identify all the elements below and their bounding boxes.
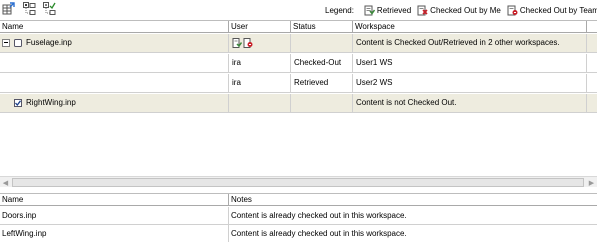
file-name: RightWing.inp — [26, 98, 76, 107]
scroll-left-icon[interactable]: ◀ — [0, 177, 11, 188]
legend-title: Legend: — [325, 5, 354, 15]
user-cell: ira — [229, 74, 291, 93]
status-cell — [291, 94, 353, 113]
legend-item-checked-out-by-team: Checked Out by Team — [507, 5, 597, 16]
horizontal-scrollbar[interactable]: ◀ ▶ — [0, 176, 597, 187]
column-header-name[interactable]: Name — [0, 21, 229, 33]
workspace-cell: Content is not Checked Out. — [353, 94, 587, 113]
workspace-cell: Content is Checked Out/Retrieved in 2 ot… — [353, 34, 587, 53]
checked-out-by-me-icon — [417, 5, 428, 15]
retrieved-icon — [232, 38, 242, 48]
workspace-cell: User1 WS — [353, 54, 587, 73]
toolbar: Legend: Retrieved Checked Out by Me Chec… — [0, 0, 597, 19]
retrieved-icon — [364, 5, 375, 15]
name-cell: Doors.inp — [0, 207, 229, 225]
checked-file-icon — [14, 99, 22, 107]
status-cell: Retrieved — [291, 74, 353, 93]
legend-label: Retrieved — [376, 5, 412, 15]
notes-grid: Name Notes Doors.inp Content is already … — [0, 193, 597, 242]
legend-label: Checked Out by Me — [430, 5, 501, 15]
legend: Legend: Retrieved Checked Out by Me Chec… — [325, 4, 597, 16]
status-cell: Checked-Out — [291, 54, 353, 73]
name-cell: RightWing.inp — [0, 94, 229, 113]
table-row[interactable]: RightWing.inp Content is not Checked Out… — [0, 94, 597, 113]
table-row[interactable]: LeftWing.inp Content is already checked … — [0, 225, 597, 242]
table-row[interactable]: Fuselage.inp Content is Checked Out/Retr… — [0, 34, 597, 53]
legend-item-checked-out-by-me: Checked Out by Me — [417, 5, 501, 16]
name-cell — [0, 54, 229, 73]
column-header-name[interactable]: Name — [0, 194, 229, 206]
workspace-cell: User2 WS — [353, 74, 587, 93]
table-row[interactable]: ira Checked-Out User1 WS — [0, 54, 597, 73]
table-row[interactable]: ira Retrieved User2 WS — [0, 74, 597, 93]
user-cell — [229, 34, 291, 53]
file-icon — [14, 39, 22, 47]
legend-label: Checked Out by Team — [519, 5, 597, 15]
column-header-notes[interactable]: Notes — [229, 194, 597, 206]
expand-tree-icon[interactable] — [23, 2, 36, 15]
name-cell — [0, 74, 229, 93]
notes-grid-header: Name Notes — [0, 194, 597, 206]
grid-refresh-icon[interactable] — [2, 2, 15, 15]
status-icons — [232, 34, 290, 52]
name-cell: Fuselage.inp — [0, 34, 229, 53]
grid-header: Name User Status Workspace — [0, 21, 597, 33]
notes-cell: Content is already checked out in this w… — [231, 229, 407, 238]
checked-out-by-team-icon — [243, 38, 253, 48]
scroll-thumb[interactable] — [12, 178, 584, 187]
column-header-status[interactable]: Status — [291, 21, 353, 33]
user-cell — [229, 94, 291, 113]
status-cell — [291, 34, 353, 53]
legend-item-retrieved: Retrieved — [364, 5, 411, 16]
scroll-right-icon[interactable]: ▶ — [586, 177, 597, 188]
table-row[interactable]: Doors.inp Content is already checked out… — [0, 207, 597, 225]
user-cell: ira — [229, 54, 291, 73]
column-header-workspace[interactable]: Workspace — [353, 21, 587, 33]
file-name: Fuselage.inp — [26, 38, 72, 47]
workspace-grid: Name User Status Workspace Fuselage.inp … — [0, 20, 597, 175]
collapse-toggle-icon[interactable] — [2, 39, 10, 47]
notes-cell: Content is already checked out in this w… — [231, 211, 407, 220]
checked-out-by-team-icon — [507, 5, 518, 15]
column-header-user[interactable]: User — [229, 21, 291, 33]
collapse-tree-icon[interactable] — [43, 2, 56, 15]
name-cell: LeftWing.inp — [0, 225, 229, 242]
